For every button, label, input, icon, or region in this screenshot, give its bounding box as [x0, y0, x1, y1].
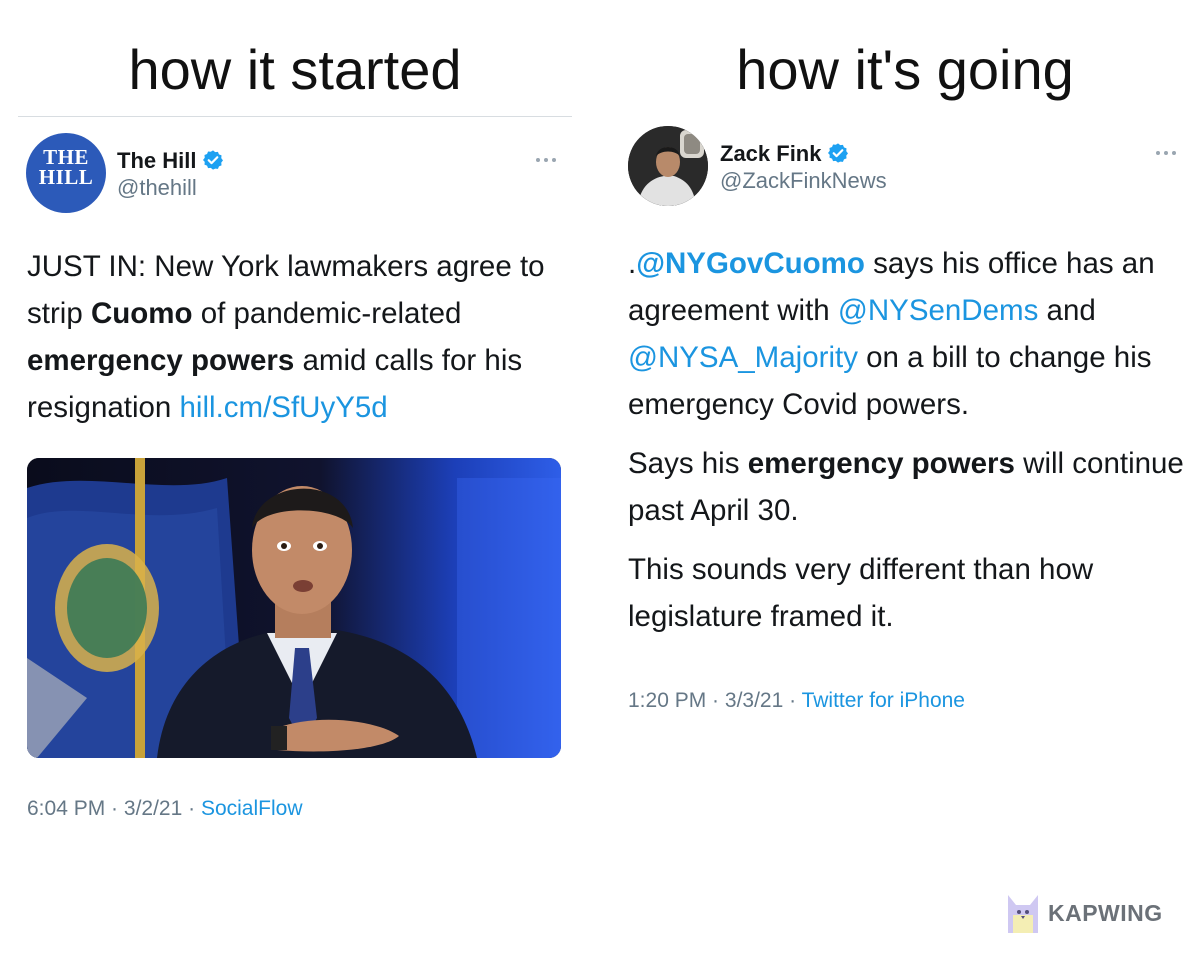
more-options-icon[interactable]: [536, 156, 560, 164]
mention-nysa-majority[interactable]: @NYSA_Majority: [628, 341, 858, 374]
tweet-paragraph-3: This sounds very different than how legi…: [628, 553, 1094, 633]
zack-fink-time: 1:20 PM: [628, 689, 707, 712]
mention-nygovcuomo[interactable]: @NYGovCuomo: [636, 247, 865, 280]
zack-fink-handle[interactable]: @ZackFinkNews: [720, 168, 887, 194]
verified-badge-icon: [203, 150, 224, 170]
tweet-paragraph-2: Says his emergency powers will continue …: [628, 447, 1184, 527]
zack-fink-tweet-text: .@NYGovCuomo says his office has an agre…: [628, 240, 1194, 640]
the-hill-time: 6:04 PM: [27, 797, 106, 820]
zack-fink-meta: 1:20 PM · 3/3/21 · Twitter for iPhone: [628, 689, 965, 712]
zack-fink-name: Zack Fink: [720, 141, 822, 166]
mention-nysendems[interactable]: @NYSenDems: [838, 294, 1038, 327]
the-hill-name-row[interactable]: The Hill: [117, 148, 224, 174]
the-hill-avatar[interactable]: THE HILL: [26, 133, 106, 213]
the-hill-tweet-text: JUST IN: New York lawmakers agree to str…: [27, 250, 545, 424]
zack-fink-name-row[interactable]: Zack Fink: [720, 141, 849, 167]
cuomo-press-photo[interactable]: [27, 458, 561, 758]
kapwing-wordmark: KAPWING: [1048, 899, 1163, 926]
the-hill-source[interactable]: SocialFlow: [201, 797, 303, 820]
zack-fink-source[interactable]: Twitter for iPhone: [802, 689, 965, 712]
verified-badge-icon: [828, 143, 849, 163]
the-hill-logo: THE HILL: [38, 145, 94, 189]
kapwing-watermark: KAPWING: [1006, 890, 1163, 936]
cuomo-photo-image: [27, 458, 561, 758]
heading-how-it-started: how it started: [128, 38, 462, 101]
tweet-paragraph-1: .@NYGovCuomo says his office has an agre…: [628, 247, 1155, 421]
the-hill-date[interactable]: 3/2/21: [124, 797, 182, 820]
zack-fink-photo: [628, 126, 708, 206]
more-options-icon[interactable]: [1156, 149, 1180, 157]
meme-canvas: how it started how it's going THE HILL T…: [0, 0, 1200, 953]
heading-how-its-going: how it's going: [736, 38, 1074, 101]
divider: [18, 116, 572, 117]
zack-fink-date[interactable]: 3/3/21: [725, 689, 783, 712]
zack-fink-avatar[interactable]: [628, 126, 708, 206]
kapwing-logo-icon: [1008, 895, 1038, 933]
article-link[interactable]: hill.cm/SfUyY5d: [180, 391, 388, 424]
the-hill-name: The Hill: [117, 148, 197, 173]
the-hill-handle[interactable]: @thehill: [117, 175, 197, 201]
the-hill-meta: 6:04 PM · 3/2/21 · SocialFlow: [27, 797, 303, 820]
